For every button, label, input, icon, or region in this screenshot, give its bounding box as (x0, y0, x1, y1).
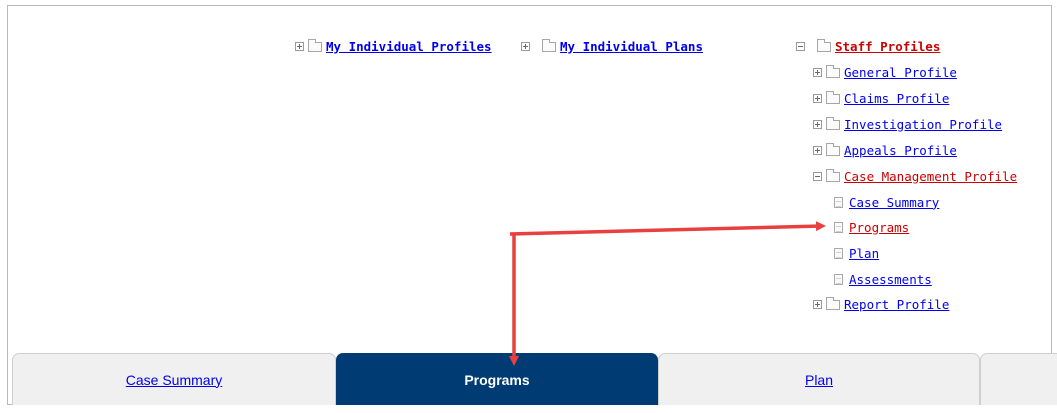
expand-icon[interactable] (813, 93, 822, 103)
tree-node-individual-plans: My Individual Plans (521, 38, 703, 54)
individual-profiles-link[interactable]: My Individual Profiles (326, 39, 492, 54)
plan-link[interactable]: Plan (849, 246, 879, 261)
tree-node-assessments: Assessments (834, 271, 932, 287)
expand-icon[interactable] (521, 41, 530, 51)
document-icon (834, 273, 843, 285)
tree-node-individual-profiles: My Individual Profiles (295, 38, 492, 54)
tab-label: Programs (464, 371, 530, 388)
document-icon (834, 247, 843, 259)
document-icon (834, 221, 843, 233)
general-profile-link[interactable]: General Profile (844, 65, 957, 80)
folder-icon (826, 65, 840, 78)
tab-plan[interactable]: Plan (658, 353, 980, 405)
folder-icon (826, 143, 840, 156)
programs-link[interactable]: Programs (849, 220, 909, 235)
case-summary-link[interactable]: Case Summary (849, 195, 939, 210)
folder-icon (826, 91, 840, 104)
collapse-icon[interactable] (813, 171, 822, 181)
expand-icon[interactable] (813, 119, 822, 129)
expand-icon[interactable] (813, 145, 822, 155)
report-profile-link[interactable]: Report Profile (844, 297, 949, 312)
tree-node-programs: Programs (834, 219, 909, 235)
tree-node-report-profile: Report Profile (813, 296, 949, 312)
folder-icon (826, 297, 840, 310)
tree-node-claims-profile: Claims Profile (813, 90, 949, 106)
expand-icon[interactable] (813, 299, 822, 309)
assessments-link[interactable]: Assessments (849, 272, 932, 287)
document-icon (834, 196, 843, 208)
expand-icon[interactable] (813, 67, 822, 77)
tree-node-case-management-profile: Case Management Profile (813, 168, 1017, 184)
tree-node-case-summary: Case Summary (834, 194, 939, 210)
tab-next[interactable] (980, 353, 1057, 405)
collapse-icon[interactable] (796, 41, 805, 51)
folder-icon (826, 169, 840, 182)
investigation-profile-link[interactable]: Investigation Profile (844, 117, 1002, 132)
staff-profiles-link[interactable]: Staff Profiles (835, 39, 940, 54)
expand-icon[interactable] (295, 41, 304, 51)
folder-icon (826, 117, 840, 130)
tab-bar: Case Summary Programs Plan (12, 353, 1057, 405)
case-management-profile-link[interactable]: Case Management Profile (844, 169, 1017, 184)
folder-icon (817, 39, 831, 52)
tree-node-staff-profiles: Staff Profiles (796, 38, 940, 54)
tree-node-plan: Plan (834, 245, 879, 261)
tab-programs[interactable]: Programs (336, 353, 658, 405)
appeals-profile-link[interactable]: Appeals Profile (844, 143, 957, 158)
tab-label: Case Summary (125, 371, 223, 388)
claims-profile-link[interactable]: Claims Profile (844, 91, 949, 106)
folder-icon (308, 39, 322, 52)
tree-node-general-profile: General Profile (813, 64, 957, 80)
tree-node-investigation-profile: Investigation Profile (813, 116, 1002, 132)
tree-node-appeals-profile: Appeals Profile (813, 142, 957, 158)
folder-icon (542, 39, 556, 52)
tab-label: Plan (804, 371, 834, 388)
individual-plans-link[interactable]: My Individual Plans (560, 39, 703, 54)
tab-case-summary[interactable]: Case Summary (12, 353, 336, 405)
